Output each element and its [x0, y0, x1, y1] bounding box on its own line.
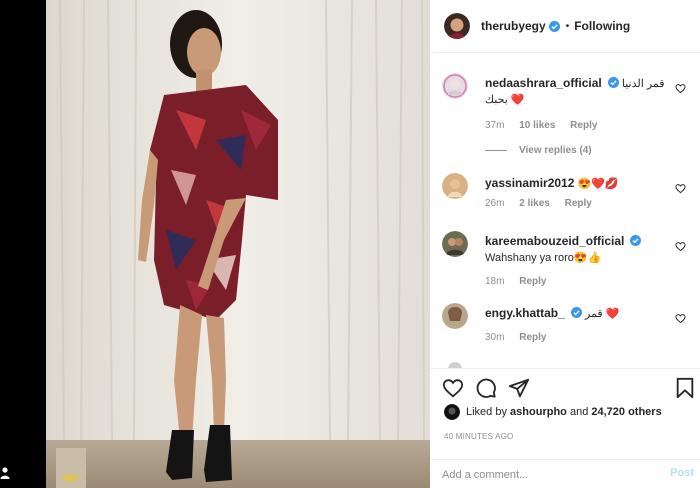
heart-icon[interactable]: [675, 83, 686, 94]
comment-username[interactable]: nedaashrara_official: [485, 76, 602, 90]
liker-avatar[interactable]: [444, 404, 460, 420]
comment-time[interactable]: 30m: [485, 332, 504, 343]
comment-emoji: 😍👍: [573, 252, 602, 264]
header-separator: •: [565, 20, 570, 32]
action-bar: [430, 368, 700, 404]
post-sidebar: therubyegy • Following nedaashrara_offic…: [430, 0, 700, 488]
heart-icon[interactable]: [675, 313, 686, 324]
commenter-avatar[interactable]: [442, 231, 468, 257]
heart-icon[interactable]: [675, 241, 686, 252]
verified-badge-icon: [607, 77, 619, 88]
post-image: [46, 0, 430, 488]
post-photo[interactable]: [46, 0, 430, 488]
reply-button[interactable]: Reply: [570, 120, 597, 131]
comment-likes[interactable]: 10 likes: [519, 120, 555, 131]
comment-username[interactable]: kareemabouzeid_official: [485, 234, 624, 248]
post-timestamp[interactable]: 40 MINUTES AGO: [444, 432, 513, 441]
verified-badge-icon: [630, 235, 642, 246]
comment-username[interactable]: engy.khattab_: [485, 306, 565, 320]
liked-by-user[interactable]: ashourpho: [510, 406, 567, 418]
commenter-avatar[interactable]: [442, 73, 468, 99]
post-header: therubyegy • Following: [430, 0, 700, 53]
comment-emoji: ❤️: [510, 94, 525, 106]
comment-text: قمر: [584, 308, 603, 320]
likes-count[interactable]: 24,720 others: [591, 406, 661, 418]
like-icon[interactable]: [442, 377, 464, 399]
reply-button[interactable]: Reply: [519, 276, 546, 287]
following-button[interactable]: Following: [574, 19, 630, 33]
comment-time[interactable]: 18m: [485, 276, 504, 287]
comment-input[interactable]: [442, 466, 642, 484]
header-username[interactable]: therubyegy: [481, 19, 546, 33]
view-replies-button[interactable]: View replies (4): [485, 145, 592, 156]
comment-emoji: ❤️: [605, 308, 620, 320]
comment-likes[interactable]: 2 likes: [519, 198, 550, 209]
view-replies-label: View replies (4): [519, 145, 592, 156]
liked-by-summary: Liked by ashourpho and 24,720 others: [444, 404, 662, 420]
comment-time[interactable]: 26m: [485, 198, 504, 209]
comment-icon[interactable]: [475, 377, 497, 399]
post-button[interactable]: Post: [670, 467, 694, 479]
user-tag-icon[interactable]: [0, 466, 10, 480]
comments-list[interactable]: nedaashrara_official قمر الدنيا بحبك ❤️ …: [430, 53, 700, 368]
commenter-avatar[interactable]: [442, 303, 468, 329]
comment-time[interactable]: 37m: [485, 120, 504, 131]
liked-by-and: and: [569, 406, 589, 418]
comment-emoji: 😍❤️💋: [577, 178, 619, 190]
add-comment-bar: Post: [430, 459, 700, 488]
divider: [485, 150, 507, 151]
comment-text: Wahshany ya roro: [485, 252, 574, 264]
verified-badge-icon: [548, 20, 560, 32]
liked-by-prefix: Liked by: [466, 406, 507, 418]
bookmark-icon[interactable]: [674, 377, 696, 399]
share-icon[interactable]: [508, 377, 530, 399]
profile-avatar[interactable]: [444, 13, 470, 39]
commenter-avatar[interactable]: [442, 173, 468, 199]
comment-username[interactable]: yassinamir2012: [485, 176, 574, 190]
reply-button[interactable]: Reply: [565, 198, 592, 209]
heart-icon[interactable]: [675, 183, 686, 194]
verified-badge-icon: [570, 307, 582, 318]
reply-button[interactable]: Reply: [519, 332, 546, 343]
commenter-avatar[interactable]: [448, 361, 462, 368]
